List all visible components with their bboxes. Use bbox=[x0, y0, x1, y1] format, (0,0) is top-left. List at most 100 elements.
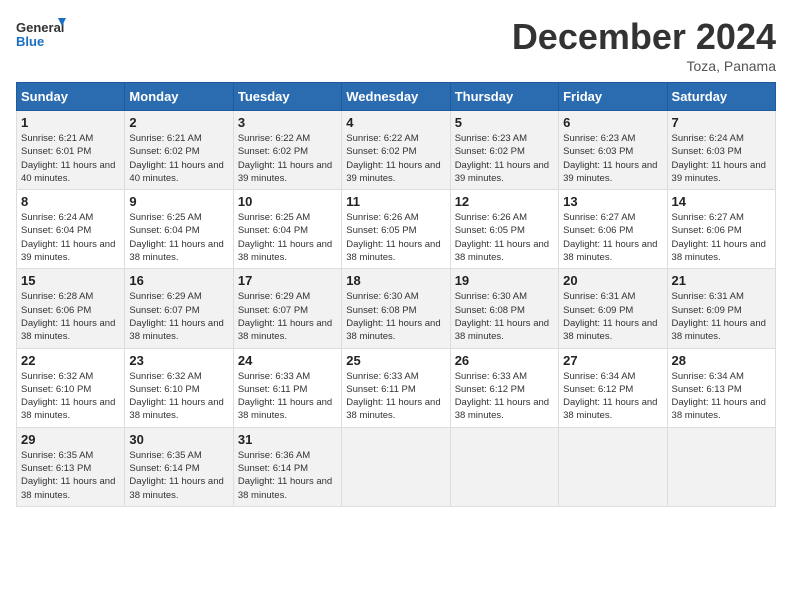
day-info: Sunrise: 6:25 AM Sunset: 6:04 PM Dayligh… bbox=[129, 211, 228, 264]
calendar-cell: 27 Sunrise: 6:34 AM Sunset: 6:12 PM Dayl… bbox=[559, 348, 667, 427]
calendar-cell: 15 Sunrise: 6:28 AM Sunset: 6:06 PM Dayl… bbox=[17, 269, 125, 348]
month-title: December 2024 bbox=[512, 16, 776, 58]
day-number: 5 bbox=[455, 115, 554, 130]
day-number: 8 bbox=[21, 194, 120, 209]
day-info: Sunrise: 6:26 AM Sunset: 6:05 PM Dayligh… bbox=[346, 211, 445, 264]
day-info: Sunrise: 6:36 AM Sunset: 6:14 PM Dayligh… bbox=[238, 449, 337, 502]
day-number: 11 bbox=[346, 194, 445, 209]
calendar-col-tuesday: Tuesday bbox=[233, 83, 341, 111]
day-number: 2 bbox=[129, 115, 228, 130]
calendar-cell: 31 Sunrise: 6:36 AM Sunset: 6:14 PM Dayl… bbox=[233, 427, 341, 506]
day-number: 28 bbox=[672, 353, 771, 368]
day-info: Sunrise: 6:29 AM Sunset: 6:07 PM Dayligh… bbox=[129, 290, 228, 343]
day-info: Sunrise: 6:33 AM Sunset: 6:12 PM Dayligh… bbox=[455, 370, 554, 423]
day-number: 3 bbox=[238, 115, 337, 130]
calendar-cell: 21 Sunrise: 6:31 AM Sunset: 6:09 PM Dayl… bbox=[667, 269, 775, 348]
day-number: 7 bbox=[672, 115, 771, 130]
calendar-cell bbox=[559, 427, 667, 506]
calendar-cell: 12 Sunrise: 6:26 AM Sunset: 6:05 PM Dayl… bbox=[450, 190, 558, 269]
logo: General Blue bbox=[16, 16, 66, 58]
calendar-col-sunday: Sunday bbox=[17, 83, 125, 111]
day-info: Sunrise: 6:29 AM Sunset: 6:07 PM Dayligh… bbox=[238, 290, 337, 343]
day-info: Sunrise: 6:33 AM Sunset: 6:11 PM Dayligh… bbox=[238, 370, 337, 423]
day-info: Sunrise: 6:33 AM Sunset: 6:11 PM Dayligh… bbox=[346, 370, 445, 423]
calendar-col-thursday: Thursday bbox=[450, 83, 558, 111]
calendar-col-friday: Friday bbox=[559, 83, 667, 111]
calendar-cell bbox=[450, 427, 558, 506]
day-number: 31 bbox=[238, 432, 337, 447]
page-header: General Blue December 2024 Toza, Panama bbox=[16, 16, 776, 74]
calendar-cell: 17 Sunrise: 6:29 AM Sunset: 6:07 PM Dayl… bbox=[233, 269, 341, 348]
day-number: 23 bbox=[129, 353, 228, 368]
calendar-cell: 7 Sunrise: 6:24 AM Sunset: 6:03 PM Dayli… bbox=[667, 111, 775, 190]
day-number: 25 bbox=[346, 353, 445, 368]
location-subtitle: Toza, Panama bbox=[512, 58, 776, 74]
day-info: Sunrise: 6:34 AM Sunset: 6:13 PM Dayligh… bbox=[672, 370, 771, 423]
calendar-cell: 6 Sunrise: 6:23 AM Sunset: 6:03 PM Dayli… bbox=[559, 111, 667, 190]
day-info: Sunrise: 6:24 AM Sunset: 6:04 PM Dayligh… bbox=[21, 211, 120, 264]
calendar-cell: 3 Sunrise: 6:22 AM Sunset: 6:02 PM Dayli… bbox=[233, 111, 341, 190]
day-info: Sunrise: 6:22 AM Sunset: 6:02 PM Dayligh… bbox=[346, 132, 445, 185]
day-number: 10 bbox=[238, 194, 337, 209]
day-number: 21 bbox=[672, 273, 771, 288]
calendar-cell: 24 Sunrise: 6:33 AM Sunset: 6:11 PM Dayl… bbox=[233, 348, 341, 427]
day-info: Sunrise: 6:34 AM Sunset: 6:12 PM Dayligh… bbox=[563, 370, 662, 423]
day-info: Sunrise: 6:21 AM Sunset: 6:02 PM Dayligh… bbox=[129, 132, 228, 185]
calendar-col-saturday: Saturday bbox=[667, 83, 775, 111]
week-row-1: 1 Sunrise: 6:21 AM Sunset: 6:01 PM Dayli… bbox=[17, 111, 776, 190]
svg-text:General: General bbox=[16, 20, 64, 35]
logo-svg: General Blue bbox=[16, 16, 66, 58]
day-number: 12 bbox=[455, 194, 554, 209]
day-number: 9 bbox=[129, 194, 228, 209]
calendar-cell: 30 Sunrise: 6:35 AM Sunset: 6:14 PM Dayl… bbox=[125, 427, 233, 506]
calendar-cell: 23 Sunrise: 6:32 AM Sunset: 6:10 PM Dayl… bbox=[125, 348, 233, 427]
calendar-cell: 10 Sunrise: 6:25 AM Sunset: 6:04 PM Dayl… bbox=[233, 190, 341, 269]
calendar-col-monday: Monday bbox=[125, 83, 233, 111]
calendar-cell: 18 Sunrise: 6:30 AM Sunset: 6:08 PM Dayl… bbox=[342, 269, 450, 348]
day-number: 16 bbox=[129, 273, 228, 288]
calendar-cell: 11 Sunrise: 6:26 AM Sunset: 6:05 PM Dayl… bbox=[342, 190, 450, 269]
calendar-cell: 4 Sunrise: 6:22 AM Sunset: 6:02 PM Dayli… bbox=[342, 111, 450, 190]
day-number: 18 bbox=[346, 273, 445, 288]
calendar-table: SundayMondayTuesdayWednesdayThursdayFrid… bbox=[16, 82, 776, 507]
day-number: 30 bbox=[129, 432, 228, 447]
calendar-cell: 9 Sunrise: 6:25 AM Sunset: 6:04 PM Dayli… bbox=[125, 190, 233, 269]
day-info: Sunrise: 6:30 AM Sunset: 6:08 PM Dayligh… bbox=[346, 290, 445, 343]
week-row-2: 8 Sunrise: 6:24 AM Sunset: 6:04 PM Dayli… bbox=[17, 190, 776, 269]
day-number: 22 bbox=[21, 353, 120, 368]
day-number: 20 bbox=[563, 273, 662, 288]
day-info: Sunrise: 6:27 AM Sunset: 6:06 PM Dayligh… bbox=[563, 211, 662, 264]
week-row-3: 15 Sunrise: 6:28 AM Sunset: 6:06 PM Dayl… bbox=[17, 269, 776, 348]
day-info: Sunrise: 6:28 AM Sunset: 6:06 PM Dayligh… bbox=[21, 290, 120, 343]
calendar-cell: 14 Sunrise: 6:27 AM Sunset: 6:06 PM Dayl… bbox=[667, 190, 775, 269]
day-info: Sunrise: 6:25 AM Sunset: 6:04 PM Dayligh… bbox=[238, 211, 337, 264]
calendar-cell: 22 Sunrise: 6:32 AM Sunset: 6:10 PM Dayl… bbox=[17, 348, 125, 427]
calendar-cell: 25 Sunrise: 6:33 AM Sunset: 6:11 PM Dayl… bbox=[342, 348, 450, 427]
day-info: Sunrise: 6:31 AM Sunset: 6:09 PM Dayligh… bbox=[563, 290, 662, 343]
day-number: 1 bbox=[21, 115, 120, 130]
calendar-cell: 2 Sunrise: 6:21 AM Sunset: 6:02 PM Dayli… bbox=[125, 111, 233, 190]
day-info: Sunrise: 6:24 AM Sunset: 6:03 PM Dayligh… bbox=[672, 132, 771, 185]
calendar-cell: 16 Sunrise: 6:29 AM Sunset: 6:07 PM Dayl… bbox=[125, 269, 233, 348]
day-number: 6 bbox=[563, 115, 662, 130]
day-number: 15 bbox=[21, 273, 120, 288]
day-number: 26 bbox=[455, 353, 554, 368]
day-info: Sunrise: 6:31 AM Sunset: 6:09 PM Dayligh… bbox=[672, 290, 771, 343]
week-row-5: 29 Sunrise: 6:35 AM Sunset: 6:13 PM Dayl… bbox=[17, 427, 776, 506]
day-info: Sunrise: 6:35 AM Sunset: 6:13 PM Dayligh… bbox=[21, 449, 120, 502]
calendar-cell: 8 Sunrise: 6:24 AM Sunset: 6:04 PM Dayli… bbox=[17, 190, 125, 269]
day-number: 17 bbox=[238, 273, 337, 288]
day-info: Sunrise: 6:32 AM Sunset: 6:10 PM Dayligh… bbox=[21, 370, 120, 423]
calendar-header-row: SundayMondayTuesdayWednesdayThursdayFrid… bbox=[17, 83, 776, 111]
day-number: 24 bbox=[238, 353, 337, 368]
calendar-cell bbox=[667, 427, 775, 506]
day-info: Sunrise: 6:35 AM Sunset: 6:14 PM Dayligh… bbox=[129, 449, 228, 502]
calendar-cell: 13 Sunrise: 6:27 AM Sunset: 6:06 PM Dayl… bbox=[559, 190, 667, 269]
day-info: Sunrise: 6:27 AM Sunset: 6:06 PM Dayligh… bbox=[672, 211, 771, 264]
calendar-col-wednesday: Wednesday bbox=[342, 83, 450, 111]
day-info: Sunrise: 6:30 AM Sunset: 6:08 PM Dayligh… bbox=[455, 290, 554, 343]
day-info: Sunrise: 6:21 AM Sunset: 6:01 PM Dayligh… bbox=[21, 132, 120, 185]
day-number: 19 bbox=[455, 273, 554, 288]
calendar-cell: 5 Sunrise: 6:23 AM Sunset: 6:02 PM Dayli… bbox=[450, 111, 558, 190]
day-info: Sunrise: 6:22 AM Sunset: 6:02 PM Dayligh… bbox=[238, 132, 337, 185]
